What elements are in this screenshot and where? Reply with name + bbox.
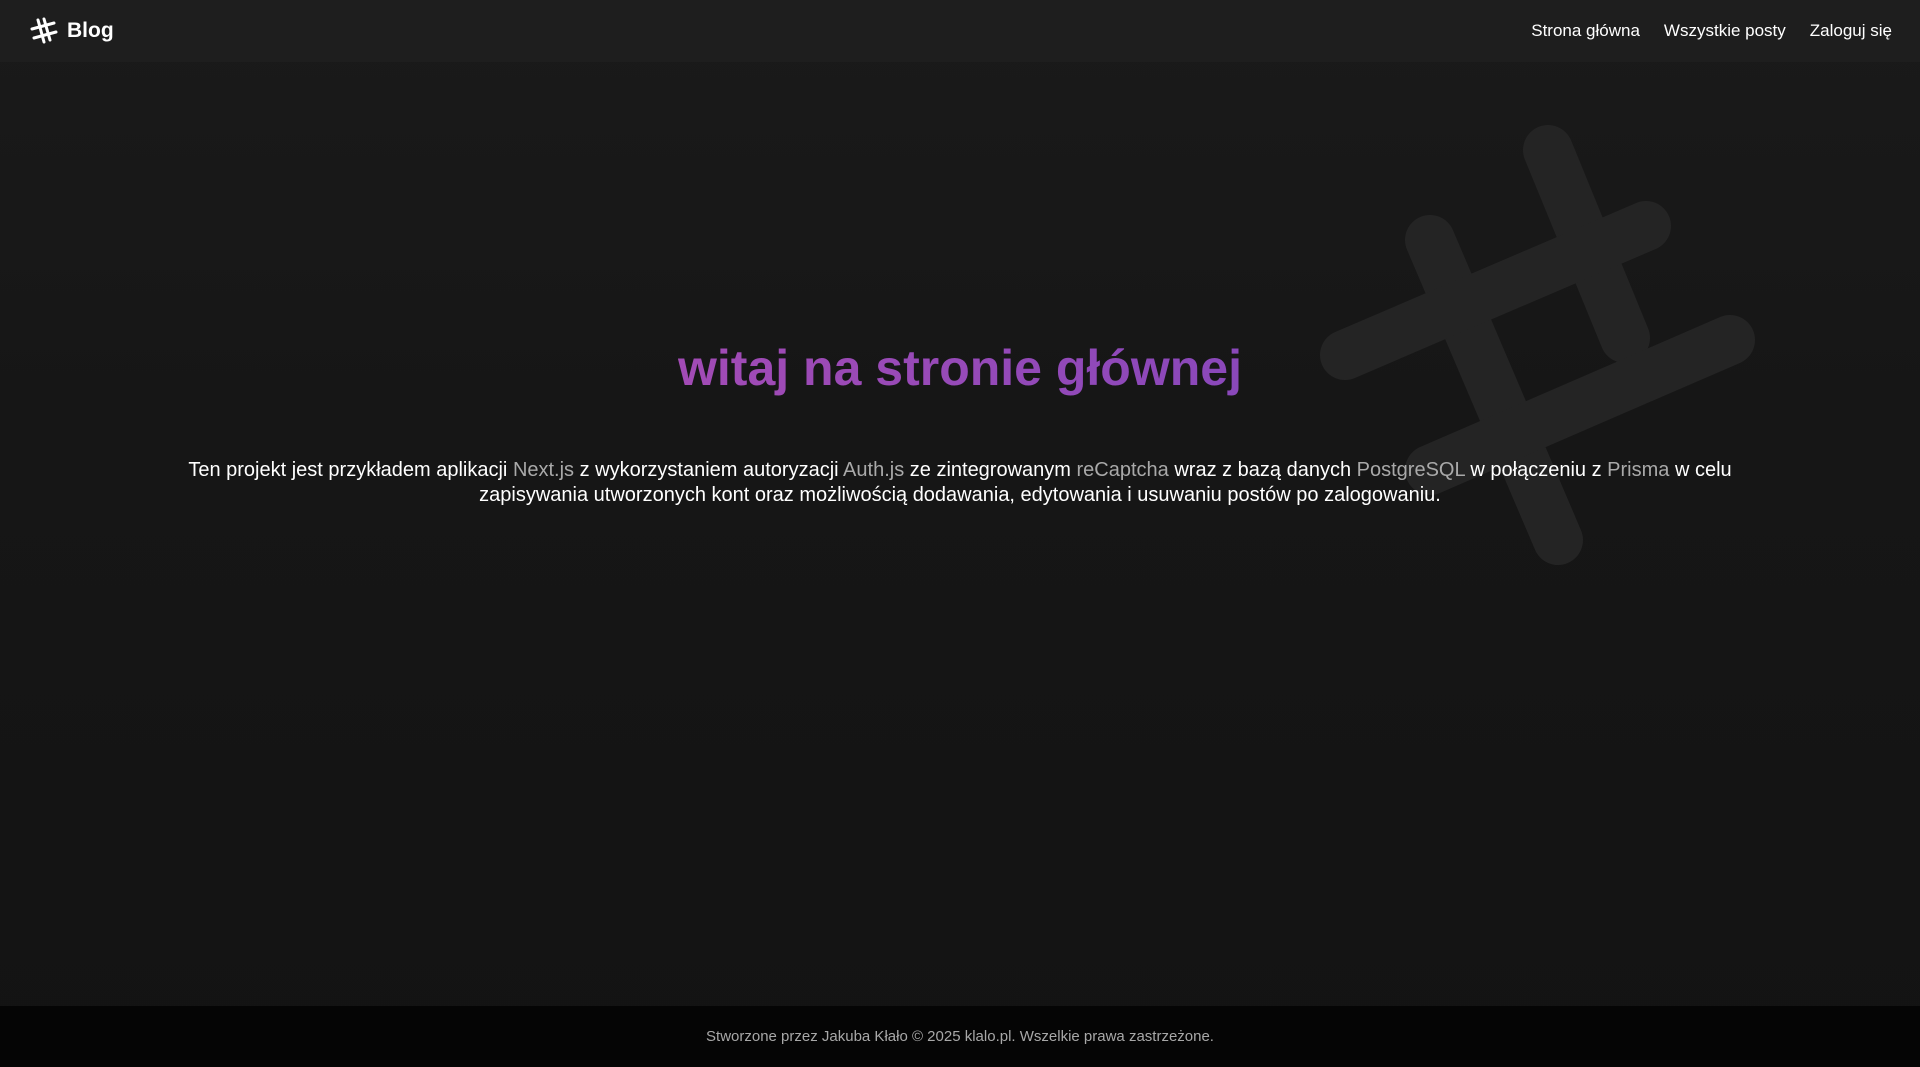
tech-authjs: Auth.js xyxy=(843,459,905,481)
desc-text: w połączeniu z xyxy=(1464,459,1608,481)
page-title: witaj na stronie głównej xyxy=(678,330,1242,406)
main-nav: Strona główna Wszystkie posty Zaloguj si… xyxy=(1531,21,1892,41)
footer-copyright: Stworzone przez Jakuba Kłało © 2025 klal… xyxy=(706,1028,1214,1045)
nav-link-login[interactable]: Zaloguj się xyxy=(1810,21,1892,41)
desc-text: Ten projekt jest przykładem aplikacji xyxy=(188,459,513,481)
project-description: Ten projekt jest przykładem aplikacji Ne… xyxy=(180,458,1740,508)
desc-text: z wykorzystaniem autoryzacji xyxy=(574,459,844,481)
tech-postgresql: PostgreSQL xyxy=(1356,459,1465,481)
desc-text: ze zintegrowanym xyxy=(904,459,1077,481)
hero-section: witaj na stronie głównej Ten projekt jes… xyxy=(0,330,1920,508)
brand-link[interactable]: Blog xyxy=(29,16,114,46)
page: Blog Strona główna Wszystkie posty Zalog… xyxy=(0,0,1920,1067)
tech-nextjs: Next.js xyxy=(512,459,575,481)
nav-link-home[interactable]: Strona główna xyxy=(1531,21,1640,41)
hashtag-icon xyxy=(29,16,59,46)
site-header: Blog Strona główna Wszystkie posty Zalog… xyxy=(0,0,1920,62)
nav-link-all-posts[interactable]: Wszystkie posty xyxy=(1664,21,1786,41)
desc-text: wraz z bazą danych xyxy=(1168,459,1357,481)
tech-recaptcha: reCaptcha xyxy=(1076,459,1169,481)
site-footer: Stworzone przez Jakuba Kłało © 2025 klal… xyxy=(0,1006,1920,1067)
brand-label: Blog xyxy=(67,19,114,42)
tech-prisma: Prisma xyxy=(1607,459,1670,481)
